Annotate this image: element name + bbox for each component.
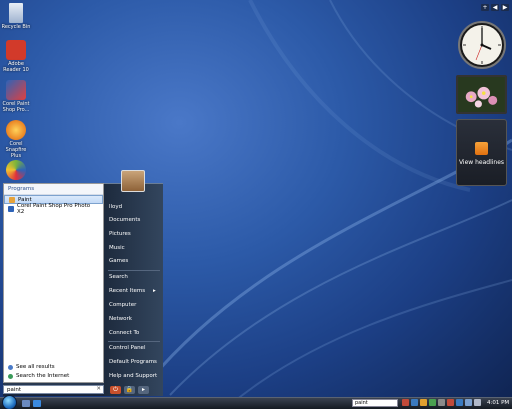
divider [108,341,160,342]
start-menu-right-pane: lloyd Documents Pictures Music Games Sea… [104,183,163,396]
add-gadget-button[interactable]: + [481,4,489,11]
paint-icon [9,196,15,203]
tray-icon[interactable] [411,399,418,406]
desktop-icon-label: Corel Paint Shop Pro... [2,101,30,113]
desktop-icon-label: Recycle Bin [1,24,31,30]
start-item-user[interactable]: lloyd [109,204,122,210]
start-item-pictures[interactable]: Pictures [109,231,131,237]
start-item-games[interactable]: Games [109,258,128,264]
rss-icon [475,142,488,155]
start-button[interactable] [2,395,17,409]
view-headlines-link[interactable]: View headlines [457,159,506,166]
clock-gadget[interactable] [457,20,507,70]
app-icon [6,160,26,180]
show-desktop-icon[interactable] [22,400,30,407]
paint-shop-pro-icon [6,80,26,100]
slideshow-gadget[interactable] [456,75,507,114]
start-search-input[interactable]: paint ✕ [3,385,104,394]
sidebar-controls: + ◀ ▶ [477,4,509,12]
volume-icon[interactable] [474,399,481,406]
start-menu-left-pane: Programs Paint Corel Paint Shop Pro Phot… [3,183,104,383]
next-gadget-button[interactable]: ▶ [501,4,509,11]
desktop-icon-paint-shop-pro[interactable]: Corel Paint Shop Pro... [0,80,32,113]
taskbar-search-input[interactable]: paint [352,399,398,407]
lock-icon[interactable]: 🔒 [124,386,135,394]
tray-icon[interactable] [456,399,463,406]
tray-icon[interactable] [420,399,427,406]
arrow-right-icon[interactable]: ▸ [138,386,149,394]
flower-photo [458,77,505,112]
start-item-search[interactable]: Search [109,274,128,280]
see-all-results-link[interactable]: See all results [4,364,55,370]
start-item-connect-to[interactable]: Connect To [109,330,139,336]
search-icon [8,364,13,370]
divider [108,270,160,271]
network-icon[interactable] [465,399,472,406]
search-result-paint-shop-pro[interactable]: Corel Paint Shop Pro Photo X2 [4,202,103,215]
desktop-icon-label: Corel Snapfire Plus [5,141,27,159]
system-tray [402,399,481,406]
search-internet-link[interactable]: Search the Internet [4,373,69,379]
search-result-label: Corel Paint Shop Pro Photo X2 [16,202,91,215]
adobe-reader-icon [6,40,26,60]
chevron-right-icon: ▸ [153,288,156,294]
start-item-computer[interactable]: Computer [109,302,136,308]
quick-launch [22,400,41,407]
desktop-icon-recycle-bin[interactable]: Recycle Bin [0,3,32,30]
desktop-icon-5[interactable] [0,160,32,181]
tray-icon[interactable] [402,399,409,406]
programs-header: Programs [4,184,103,195]
start-search-value: paint [7,387,22,393]
user-picture[interactable] [121,170,145,192]
start-item-music[interactable]: Music [109,245,125,251]
snapfire-icon [6,120,26,140]
paintshop-icon [8,205,14,212]
start-item-documents[interactable]: Documents [109,217,140,223]
globe-icon [8,373,13,379]
start-item-network[interactable]: Network [109,316,132,322]
start-item-recent-items[interactable]: Recent Items [109,288,145,294]
search-internet-label: Search the Internet [16,373,70,379]
power-icon[interactable]: ⏻ [110,386,121,394]
prev-gadget-button[interactable]: ◀ [491,4,499,11]
recycle-bin-icon [9,3,23,23]
start-item-default-programs[interactable]: Default Programs [109,359,157,365]
feed-headlines-gadget[interactable]: View headlines [456,119,507,186]
start-item-control-panel[interactable]: Control Panel [109,345,145,351]
see-all-label: See all results [16,364,55,370]
desktop-icon-adobe-reader[interactable]: Adobe Reader 10 [0,40,32,73]
desktop-icon-label: Adobe Reader 10 [3,61,29,73]
tray-icon[interactable] [447,399,454,406]
start-item-help-support[interactable]: Help and Support [109,373,157,379]
clock-time[interactable]: 4:01 PM [487,399,509,407]
tray-icon[interactable] [438,399,445,406]
clear-search-icon[interactable]: ✕ [96,386,101,392]
power-buttons: ⏻ 🔒 ▸ [110,386,149,394]
tray-icon[interactable] [429,399,436,406]
browser-icon[interactable] [33,400,41,407]
desktop-icon-snapfire[interactable]: Corel Snapfire Plus [0,120,32,159]
